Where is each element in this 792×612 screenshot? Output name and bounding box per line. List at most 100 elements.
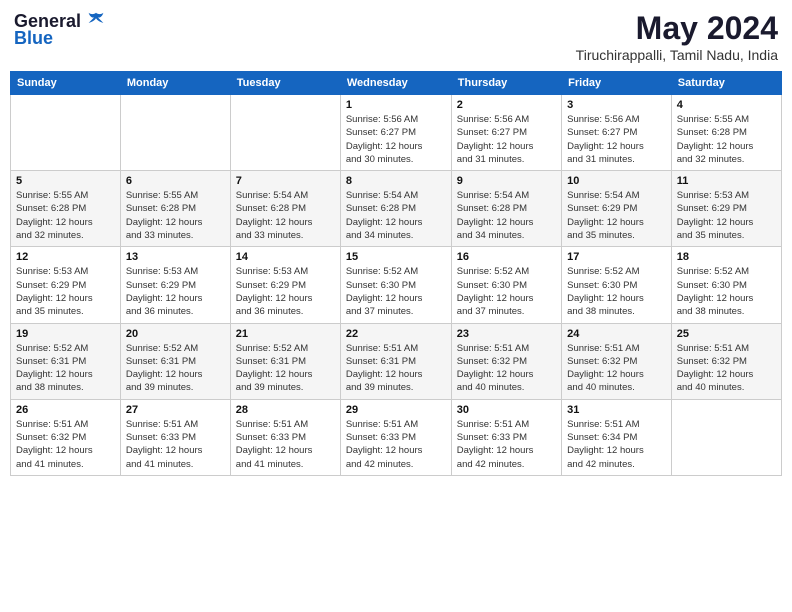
day-number: 22: [346, 328, 446, 340]
day-number: 27: [126, 404, 225, 416]
day-info: Sunrise: 5:52 AM Sunset: 6:30 PM Dayligh…: [567, 265, 666, 318]
day-info: Sunrise: 5:51 AM Sunset: 6:33 PM Dayligh…: [457, 418, 556, 471]
logo-blue: Blue: [14, 28, 53, 49]
calendar-cell: 2Sunrise: 5:56 AM Sunset: 6:27 PM Daylig…: [451, 95, 561, 171]
day-number: 6: [126, 175, 225, 187]
day-info: Sunrise: 5:51 AM Sunset: 6:32 PM Dayligh…: [677, 342, 776, 395]
day-info: Sunrise: 5:53 AM Sunset: 6:29 PM Dayligh…: [126, 265, 225, 318]
calendar-cell: 30 Sunrise: 5:51 AM Sunset: 6:33 PM Dayli…: [451, 399, 561, 475]
day-number: 15: [346, 251, 446, 263]
day-info: Sunrise: 5:52 AM Sunset: 6:31 PM Dayligh…: [16, 342, 115, 395]
weekday-header: Thursday: [451, 72, 561, 95]
day-number: 24: [567, 328, 666, 340]
calendar-cell: 20 Sunrise: 5:52 AM Sunset: 6:31 PM Dayli…: [120, 323, 230, 399]
day-number: 25: [677, 328, 776, 340]
calendar-cell: [11, 95, 121, 171]
calendar-cell: 21Sunrise: 5:52 AM Sunset: 6:31 PM Dayli…: [230, 323, 340, 399]
calendar-cell: 8 Sunrise: 5:54 AM Sunset: 6:28 PM Daylig…: [340, 171, 451, 247]
day-number: 1: [346, 99, 446, 111]
calendar-cell: 14Sunrise: 5:53 AM Sunset: 6:29 PM Dayli…: [230, 247, 340, 323]
calendar-cell: 27 Sunrise: 5:51 AM Sunset: 6:33 PM Dayli…: [120, 399, 230, 475]
day-number: 18: [677, 251, 776, 263]
calendar-cell: 13 Sunrise: 5:53 AM Sunset: 6:29 PM Dayli…: [120, 247, 230, 323]
logo: General Blue: [14, 10, 107, 49]
day-number: 7: [236, 175, 335, 187]
day-info: Sunrise: 5:52 AM Sunset: 6:30 PM Dayligh…: [677, 265, 776, 318]
calendar-table: SundayMondayTuesdayWednesdayThursdayFrid…: [10, 71, 782, 476]
calendar-cell: 16Sunrise: 5:52 AM Sunset: 6:30 PM Dayli…: [451, 247, 561, 323]
calendar-cell: 25 Sunrise: 5:51 AM Sunset: 6:32 PM Dayli…: [671, 323, 781, 399]
weekday-header: Friday: [562, 72, 672, 95]
day-number: 31: [567, 404, 666, 416]
calendar-cell: 6 Sunrise: 5:55 AM Sunset: 6:28 PM Daylig…: [120, 171, 230, 247]
calendar-header-row: SundayMondayTuesdayWednesdayThursdayFrid…: [11, 72, 782, 95]
day-number: 12: [16, 251, 115, 263]
calendar-cell: 15 Sunrise: 5:52 AM Sunset: 6:30 PM Dayli…: [340, 247, 451, 323]
calendar-cell: 3 Sunrise: 5:56 AM Sunset: 6:27 PM Daylig…: [562, 95, 672, 171]
calendar-cell: 17 Sunrise: 5:52 AM Sunset: 6:30 PM Dayli…: [562, 247, 672, 323]
day-info: Sunrise: 5:53 AM Sunset: 6:29 PM Dayligh…: [16, 265, 115, 318]
day-number: 9: [457, 175, 556, 187]
calendar-cell: 24Sunrise: 5:51 AM Sunset: 6:32 PM Dayli…: [562, 323, 672, 399]
day-info: Sunrise: 5:55 AM Sunset: 6:28 PM Dayligh…: [126, 189, 225, 242]
day-info: Sunrise: 5:51 AM Sunset: 6:32 PM Dayligh…: [16, 418, 115, 471]
day-info: Sunrise: 5:53 AM Sunset: 6:29 PM Dayligh…: [236, 265, 335, 318]
day-number: 13: [126, 251, 225, 263]
day-number: 20: [126, 328, 225, 340]
day-number: 17: [567, 251, 666, 263]
calendar-cell: [671, 399, 781, 475]
day-info: Sunrise: 5:51 AM Sunset: 6:31 PM Dayligh…: [346, 342, 446, 395]
day-info: Sunrise: 5:54 AM Sunset: 6:28 PM Dayligh…: [346, 189, 446, 242]
title-section: May 2024 Tiruchirappalli, Tamil Nadu, In…: [576, 10, 778, 63]
day-info: Sunrise: 5:54 AM Sunset: 6:29 PM Dayligh…: [567, 189, 666, 242]
day-number: 5: [16, 175, 115, 187]
calendar-cell: 9 Sunrise: 5:54 AM Sunset: 6:28 PM Daylig…: [451, 171, 561, 247]
calendar-week-row: 26Sunrise: 5:51 AM Sunset: 6:32 PM Dayli…: [11, 399, 782, 475]
calendar-cell: 18 Sunrise: 5:52 AM Sunset: 6:30 PM Dayli…: [671, 247, 781, 323]
day-info: Sunrise: 5:55 AM Sunset: 6:28 PM Dayligh…: [16, 189, 115, 242]
calendar-cell: 26Sunrise: 5:51 AM Sunset: 6:32 PM Dayli…: [11, 399, 121, 475]
logo-bird-icon: [85, 10, 107, 32]
day-info: Sunrise: 5:51 AM Sunset: 6:33 PM Dayligh…: [236, 418, 335, 471]
day-number: 29: [346, 404, 446, 416]
calendar-cell: 23 Sunrise: 5:51 AM Sunset: 6:32 PM Dayli…: [451, 323, 561, 399]
day-info: Sunrise: 5:51 AM Sunset: 6:32 PM Dayligh…: [457, 342, 556, 395]
day-info: Sunrise: 5:52 AM Sunset: 6:30 PM Dayligh…: [346, 265, 446, 318]
day-number: 16: [457, 251, 556, 263]
day-number: 28: [236, 404, 335, 416]
calendar-cell: 31Sunrise: 5:51 AM Sunset: 6:34 PM Dayli…: [562, 399, 672, 475]
calendar-cell: 22 Sunrise: 5:51 AM Sunset: 6:31 PM Dayli…: [340, 323, 451, 399]
calendar-cell: 12 Sunrise: 5:53 AM Sunset: 6:29 PM Dayli…: [11, 247, 121, 323]
day-number: 21: [236, 328, 335, 340]
calendar-cell: 1 Sunrise: 5:56 AM Sunset: 6:27 PM Daylig…: [340, 95, 451, 171]
calendar-week-row: 5 Sunrise: 5:55 AM Sunset: 6:28 PM Daylig…: [11, 171, 782, 247]
weekday-header: Monday: [120, 72, 230, 95]
weekday-header: Saturday: [671, 72, 781, 95]
day-number: 30: [457, 404, 556, 416]
month-title: May 2024: [576, 10, 778, 47]
calendar-cell: 28 Sunrise: 5:51 AM Sunset: 6:33 PM Dayli…: [230, 399, 340, 475]
day-number: 4: [677, 99, 776, 111]
calendar-cell: [120, 95, 230, 171]
calendar-cell: 10Sunrise: 5:54 AM Sunset: 6:29 PM Dayli…: [562, 171, 672, 247]
day-info: Sunrise: 5:56 AM Sunset: 6:27 PM Dayligh…: [346, 113, 446, 166]
location: Tiruchirappalli, Tamil Nadu, India: [576, 47, 778, 63]
day-info: Sunrise: 5:54 AM Sunset: 6:28 PM Dayligh…: [236, 189, 335, 242]
day-number: 3: [567, 99, 666, 111]
day-info: Sunrise: 5:54 AM Sunset: 6:28 PM Dayligh…: [457, 189, 556, 242]
weekday-header: Wednesday: [340, 72, 451, 95]
calendar-week-row: 1 Sunrise: 5:56 AM Sunset: 6:27 PM Daylig…: [11, 95, 782, 171]
day-info: Sunrise: 5:51 AM Sunset: 6:33 PM Dayligh…: [126, 418, 225, 471]
day-number: 19: [16, 328, 115, 340]
calendar-cell: [230, 95, 340, 171]
day-info: Sunrise: 5:51 AM Sunset: 6:33 PM Dayligh…: [346, 418, 446, 471]
page-header: General Blue May 2024 Tiruchirappalli, T…: [10, 10, 782, 63]
calendar-cell: 11Sunrise: 5:53 AM Sunset: 6:29 PM Dayli…: [671, 171, 781, 247]
day-info: Sunrise: 5:55 AM Sunset: 6:28 PM Dayligh…: [677, 113, 776, 166]
day-number: 23: [457, 328, 556, 340]
day-info: Sunrise: 5:56 AM Sunset: 6:27 PM Dayligh…: [567, 113, 666, 166]
calendar-cell: 29 Sunrise: 5:51 AM Sunset: 6:33 PM Dayli…: [340, 399, 451, 475]
day-number: 8: [346, 175, 446, 187]
calendar-cell: 5 Sunrise: 5:55 AM Sunset: 6:28 PM Daylig…: [11, 171, 121, 247]
day-info: Sunrise: 5:52 AM Sunset: 6:31 PM Dayligh…: [126, 342, 225, 395]
